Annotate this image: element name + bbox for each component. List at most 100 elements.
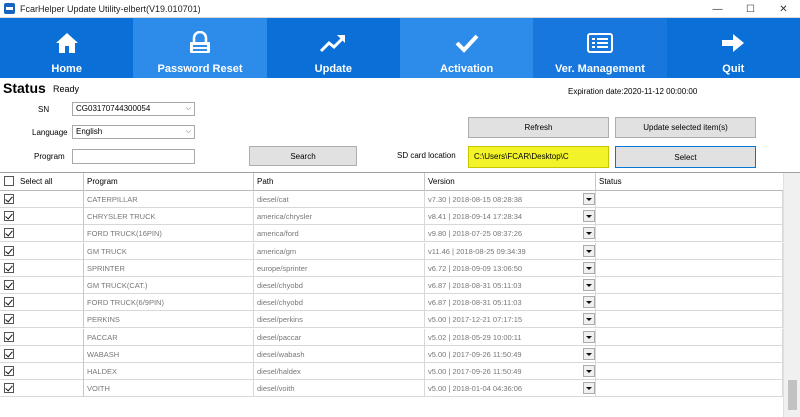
- version-dropdown-icon[interactable]: [583, 193, 595, 205]
- table-row[interactable]: GM TRUCK america/gm v11.46 | 2018-08-25 09…: [0, 242, 783, 260]
- arrow-right-icon: [718, 28, 748, 58]
- row-checkbox[interactable]: [4, 348, 14, 359]
- cell-version[interactable]: v5.00 | 2017-09-26 11:50:49: [425, 345, 596, 363]
- table-row[interactable]: PERKINS diesel/perkins v5.00 | 2017-12-21 …: [0, 311, 783, 329]
- row-checkbox[interactable]: [4, 366, 14, 376]
- cell-status: [596, 277, 783, 294]
- nav-password-reset[interactable]: Password Reset: [133, 18, 267, 78]
- row-checkbox[interactable]: [4, 211, 14, 222]
- column-header-version[interactable]: Version: [425, 173, 596, 191]
- nav-quit[interactable]: Quit: [667, 18, 800, 78]
- row-checkbox[interactable]: [4, 314, 14, 325]
- table-row[interactable]: FORD TRUCK(16PIN) america/ford v9.80 | 201…: [0, 225, 783, 243]
- cell-status: [596, 225, 783, 243]
- row-checkbox[interactable]: [4, 280, 14, 290]
- nav-ver-management[interactable]: Ver. Management: [533, 18, 667, 78]
- row-checkbox[interactable]: [4, 383, 14, 394]
- chevron-down-icon: ⌵: [185, 128, 191, 135]
- sn-select[interactable]: CG03170744300054 ⌵: [72, 102, 195, 116]
- version-dropdown-icon[interactable]: [583, 365, 595, 377]
- version-dropdown-icon[interactable]: [583, 279, 595, 291]
- program-label: Program: [34, 152, 65, 161]
- nav-home[interactable]: Home: [0, 18, 133, 78]
- version-dropdown-icon[interactable]: [583, 210, 595, 223]
- cell-status: [596, 311, 783, 329]
- nav-activation[interactable]: Activation: [399, 18, 534, 78]
- language-value: English: [76, 127, 103, 136]
- select-all-checkbox[interactable]: [4, 176, 14, 186]
- row-checkbox[interactable]: [4, 262, 14, 273]
- column-header-status[interactable]: Status: [596, 173, 783, 191]
- cell-version[interactable]: v7.30 | 2018-08-15 08:28:38: [425, 191, 596, 208]
- select-all-label: Select all: [20, 177, 53, 186]
- language-select[interactable]: English ⌵: [72, 125, 195, 139]
- vertical-scrollbar[interactable]: [783, 173, 800, 417]
- row-checkbox-cell: [0, 345, 84, 363]
- cell-status: [596, 328, 783, 346]
- select-all-header[interactable]: Select all: [0, 173, 84, 191]
- column-header-program[interactable]: Program: [84, 173, 254, 191]
- cell-version[interactable]: v11.46 | 2018-08-25 09:34:39: [425, 242, 596, 260]
- cell-version[interactable]: v5.00 | 2018-01-04 04:36:06: [425, 380, 596, 398]
- table-row[interactable]: CATERPILLAR diesel/cat v7.30 | 2018-08-15 …: [0, 191, 783, 208]
- table-header: Select all Program Path Version Status: [0, 173, 783, 191]
- cell-program: SPRINTER: [84, 259, 254, 277]
- cell-version[interactable]: v6.87 | 2018-08-31 05:11:03: [425, 277, 596, 294]
- cell-path: diesel/chyobd: [254, 294, 425, 312]
- row-checkbox[interactable]: [4, 297, 14, 308]
- cell-path: diesel/haldex: [254, 363, 425, 380]
- version-dropdown-icon[interactable]: [583, 261, 595, 274]
- search-button[interactable]: Search: [249, 146, 357, 166]
- cell-version[interactable]: v5.00 | 2017-12-21 07:17:15: [425, 311, 596, 329]
- row-checkbox[interactable]: [4, 331, 14, 342]
- version-dropdown-icon[interactable]: [583, 227, 595, 240]
- minimize-icon[interactable]: —: [701, 0, 734, 18]
- refresh-button[interactable]: Refresh: [468, 117, 609, 138]
- cell-status: [596, 363, 783, 380]
- row-checkbox[interactable]: [4, 245, 14, 256]
- cell-program: FORD TRUCK(16PIN): [84, 225, 254, 243]
- table-row[interactable]: FORD TRUCK(6/9PIN) diesel/chyobd v6.87 | 2…: [0, 294, 783, 312]
- cell-version[interactable]: v9.80 | 2018-07-25 08:37:26: [425, 225, 596, 243]
- nav-label: Home: [51, 63, 82, 75]
- scrollbar-thumb[interactable]: [788, 380, 797, 410]
- cell-version[interactable]: v6.87 | 2018-08-31 05:11:03: [425, 294, 596, 312]
- cell-version[interactable]: v5.02 | 2018-05-29 10:00:11: [425, 328, 596, 346]
- version-dropdown-icon[interactable]: [583, 382, 595, 395]
- cell-status: [596, 259, 783, 277]
- row-checkbox-cell: [0, 311, 84, 329]
- program-input[interactable]: [72, 149, 195, 164]
- table-row[interactable]: HALDEX diesel/haldex v5.00 | 2017-09-26 11…: [0, 363, 783, 380]
- row-checkbox-cell: [0, 191, 84, 208]
- version-dropdown-icon[interactable]: [583, 347, 595, 360]
- cell-version[interactable]: v5.00 | 2017-09-26 11:50:49: [425, 363, 596, 380]
- row-checkbox-cell: [0, 208, 84, 226]
- cell-version[interactable]: v6.72 | 2018-09-09 13:06:50: [425, 259, 596, 277]
- row-checkbox[interactable]: [4, 194, 14, 204]
- table-row[interactable]: PACCAR diesel/paccar v5.02 | 2018-05-29 10…: [0, 328, 783, 346]
- version-dropdown-icon[interactable]: [583, 244, 595, 257]
- row-checkbox[interactable]: [4, 228, 14, 239]
- version-dropdown-icon[interactable]: [583, 330, 595, 343]
- table-row[interactable]: WABASH diesel/wabash v5.00 | 2017-09-26 11…: [0, 345, 783, 363]
- nav-update[interactable]: Update: [267, 18, 400, 78]
- update-selected-button[interactable]: Update selected item(s): [615, 117, 756, 138]
- table-row[interactable]: VOITH diesel/voith v5.00 | 2018-01-04 04:3…: [0, 380, 783, 398]
- cell-program: FORD TRUCK(6/9PIN): [84, 294, 254, 312]
- version-dropdown-icon[interactable]: [583, 296, 595, 309]
- cell-status: [596, 345, 783, 363]
- maximize-icon[interactable]: ☐: [734, 0, 767, 18]
- cell-status: [596, 294, 783, 312]
- table-row[interactable]: SPRINTER europe/sprinter v6.72 | 2018-09-0…: [0, 259, 783, 277]
- close-icon[interactable]: ✕: [767, 0, 800, 18]
- version-dropdown-icon[interactable]: [583, 313, 595, 326]
- table-row[interactable]: CHRYSLER TRUCK america/chrysler v8.41 | 20…: [0, 208, 783, 226]
- cell-version[interactable]: v8.41 | 2018-09-14 17:28:34: [425, 208, 596, 226]
- chevron-down-icon: ⌵: [185, 105, 191, 112]
- sd-card-location-input[interactable]: C:\Users\FCAR\Desktop\C: [468, 146, 609, 168]
- table-row[interactable]: GM TRUCK(CAT.) diesel/chyobd v6.87 | 2018-…: [0, 277, 783, 294]
- column-header-path[interactable]: Path: [254, 173, 425, 191]
- cell-program: PACCAR: [84, 328, 254, 346]
- cell-path: diesel/perkins: [254, 311, 425, 329]
- select-button[interactable]: Select: [615, 146, 756, 168]
